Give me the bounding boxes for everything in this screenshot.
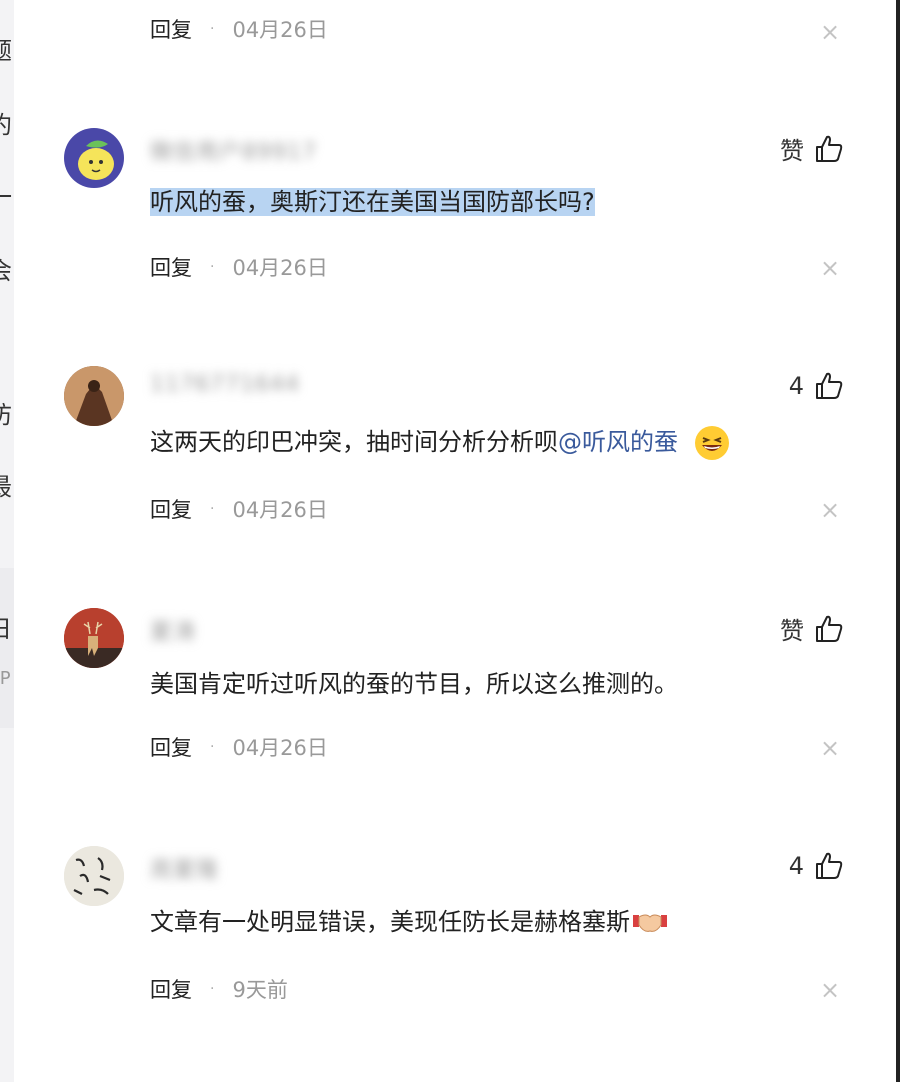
sidebar-char: 日 [0, 614, 14, 644]
separator-dot: · [210, 259, 215, 275]
like-control[interactable]: 4 [789, 371, 844, 401]
like-count: 4 [788, 372, 804, 400]
comment-username[interactable]: 1176771644 [150, 372, 300, 398]
warrior-avatar-icon [64, 366, 124, 426]
like-count: 赞 [780, 617, 804, 645]
separator-dot: · [210, 981, 215, 997]
comment-date: 04月26日 [232, 736, 328, 760]
comment-date: 9天前 [232, 978, 288, 1002]
comment-meta: 回复 · 04月26日 [150, 732, 328, 762]
left-sidebar-partial: 题 约 一 会 讠 防 最 日 иP [0, 0, 14, 1082]
comment-username[interactable]: 夏涛 [150, 614, 196, 645]
reply-button[interactable]: 回复 [150, 732, 192, 762]
comment-meta: 回复 · 04月26日 [150, 252, 328, 282]
avatar[interactable] [64, 608, 124, 668]
deer-avatar-icon [64, 608, 124, 668]
like-control[interactable]: 赞 [780, 131, 844, 166]
separator-dot: · [210, 739, 215, 755]
avatar[interactable] [64, 366, 124, 426]
close-icon[interactable]: × [820, 978, 840, 1002]
comment-text: 听风的蚕，奥斯汀还在美国当国防部长吗? [150, 188, 595, 216]
comment-text: 文章有一处明显错误，美现任防长是赫格塞斯 [150, 904, 668, 940]
handshake-icon [633, 914, 667, 932]
thumbs-up-icon [816, 615, 843, 642]
close-icon[interactable]: × [820, 498, 840, 522]
comment-text: 这两天的印巴冲突，抽时间分析分析呗@听风的蚕 [150, 424, 730, 461]
reply-button[interactable]: 回复 [150, 974, 192, 1004]
lemon-avatar-icon [78, 140, 114, 180]
comment-username[interactable]: 周夏隆 [150, 852, 219, 883]
close-icon[interactable]: × [820, 20, 840, 44]
calligraphy-avatar-icon [64, 846, 124, 906]
sidebar-char: иP [0, 668, 11, 689]
comment-date: 04月26日 [232, 18, 328, 42]
mention-link[interactable]: @听风的蚕 [558, 428, 678, 456]
reply-button[interactable]: 回复 [150, 14, 192, 44]
sidebar-char: 一 [0, 182, 14, 212]
sidebar-char: 约 [0, 110, 14, 140]
comment-text: 美国肯定听过听风的蚕的节目，所以这么推测的。 [150, 670, 678, 698]
sidebar-char: 讠 [0, 328, 14, 358]
comment-meta: 回复 · 04月26日 [150, 494, 328, 524]
comment-username[interactable]: 微信用户89917 [150, 134, 317, 165]
thumbs-up-icon [816, 135, 843, 162]
sidebar-char: 最 [0, 472, 14, 502]
comment-date: 04月26日 [232, 256, 328, 280]
window-edge [896, 0, 900, 1082]
close-icon[interactable]: × [820, 736, 840, 760]
close-icon[interactable]: × [820, 256, 840, 280]
like-control[interactable]: 4 [789, 851, 844, 881]
reply-button[interactable]: 回复 [150, 494, 192, 524]
like-control[interactable]: 赞 [780, 611, 844, 646]
sidebar-active-panel [0, 568, 14, 728]
thumbs-up-icon [816, 372, 843, 399]
reply-button[interactable]: 回复 [150, 252, 192, 282]
sidebar-char: 题 [0, 36, 14, 66]
separator-dot: · [210, 501, 215, 517]
sidebar-char: 防 [0, 400, 14, 430]
avatar[interactable] [64, 846, 124, 906]
like-count: 赞 [780, 137, 804, 165]
thumbs-up-icon [816, 852, 843, 879]
avatar[interactable] [64, 128, 124, 188]
separator-dot: · [210, 21, 215, 37]
comment-meta: 回复 · 04月26日 [150, 14, 328, 44]
comment-meta: 回复 · 9天前 [150, 974, 288, 1004]
laughing-face-icon [694, 426, 729, 460]
sidebar-char: 会 [0, 256, 14, 286]
like-count: 4 [788, 852, 804, 880]
comment-date: 04月26日 [232, 498, 328, 522]
